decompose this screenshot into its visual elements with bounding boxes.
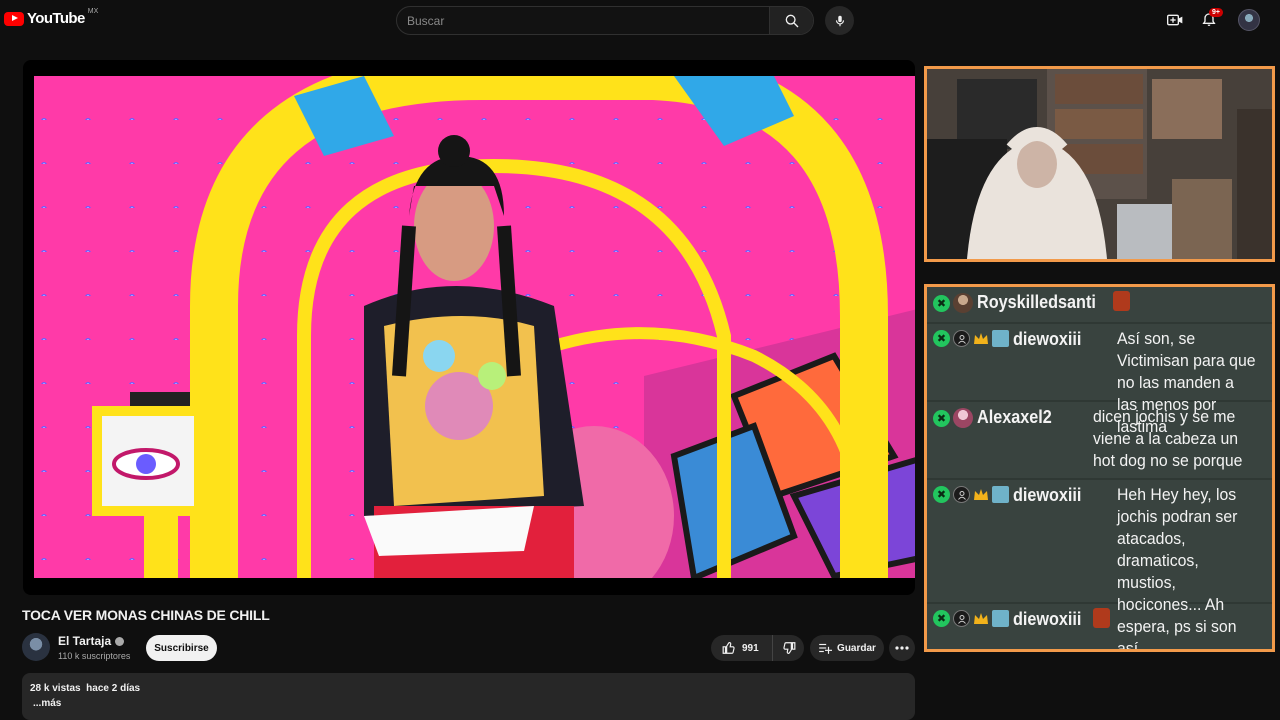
dislike-button[interactable] xyxy=(773,635,804,661)
chat-badges: ✖ xyxy=(933,328,1009,347)
search-button[interactable] xyxy=(769,7,813,34)
chat-message: ✖ Alexaxel2 dicen jochis y se me viene a… xyxy=(927,402,1272,480)
moderator-badge-icon: ✖ xyxy=(933,330,950,347)
like-count: 991 xyxy=(742,642,759,654)
top-bar: YouTube MX 9+ xyxy=(0,0,1280,40)
chat-badges: ✖ xyxy=(933,484,1009,503)
create-button[interactable] xyxy=(1165,10,1185,30)
user-avatar xyxy=(953,408,973,428)
like-button[interactable]: 991 xyxy=(711,635,773,661)
view-count: 28 k vistas xyxy=(30,683,81,694)
crown-icon xyxy=(973,332,989,346)
channel-link[interactable]: El Tartaja xyxy=(58,634,125,648)
emote-icon xyxy=(1113,291,1131,311)
upload-date: hace 2 días xyxy=(86,683,141,694)
moderator-badge-icon: ✖ xyxy=(933,610,950,627)
chat-username: Royskilledsanti xyxy=(977,292,1096,312)
stream-chat-overlay: ✖ Royskilledsanti ✖ diewoxiii Así son, s… xyxy=(924,284,1275,652)
search-input[interactable] xyxy=(397,7,769,34)
search-icon xyxy=(785,14,798,27)
chat-username: diewoxiii xyxy=(1013,609,1082,629)
facecam-scene xyxy=(927,69,1272,259)
save-label: Guardar xyxy=(837,642,876,654)
create-video-icon xyxy=(1167,14,1183,26)
chat-username: diewoxiii xyxy=(1013,329,1082,349)
emote-icon xyxy=(1093,608,1111,628)
streamer-facecam xyxy=(924,66,1275,262)
notifications-badge: 9+ xyxy=(1209,8,1223,17)
subscriber-badge-icon xyxy=(992,486,1009,503)
chat-username: Alexaxel2 xyxy=(977,407,1052,427)
moderator-badge-icon: ✖ xyxy=(933,294,950,312)
chat-badges: ✖ xyxy=(933,291,973,313)
account-avatar[interactable] xyxy=(1238,9,1260,31)
crown-icon xyxy=(973,612,989,626)
subscriber-count: 110 k suscriptores xyxy=(58,651,131,661)
chat-message: ✖ diewoxiii Así son, se Victimisan para … xyxy=(927,324,1272,436)
subscriber-badge-icon xyxy=(992,330,1009,347)
save-button[interactable]: Guardar xyxy=(810,635,884,661)
chat-badges: ✖ xyxy=(933,608,1009,627)
verified-icon xyxy=(115,636,125,646)
chat-badges: ✖ xyxy=(933,406,973,428)
chat-message: ✖ Royskilledsanti xyxy=(927,287,1272,324)
subscribe-button[interactable]: Suscribirse xyxy=(146,635,217,661)
user-placeholder-icon xyxy=(953,610,970,627)
subscriber-badge-icon xyxy=(992,610,1009,627)
video-scene xyxy=(34,76,915,578)
search-bar xyxy=(396,6,814,35)
notifications-button[interactable]: 9+ xyxy=(1199,8,1223,30)
description-meta: 28 k vistas hace 2 días xyxy=(30,683,907,694)
microphone-icon xyxy=(835,15,844,26)
description-box[interactable]: 28 k vistas hace 2 días ...más xyxy=(22,673,915,720)
chat-username: diewoxiii xyxy=(1013,485,1082,505)
channel-name: El Tartaja xyxy=(58,634,112,648)
channel-avatar[interactable] xyxy=(22,633,50,661)
user-placeholder-icon xyxy=(953,486,970,503)
video-player[interactable] xyxy=(23,60,915,595)
thumbs-up-icon xyxy=(722,642,735,654)
youtube-play-icon xyxy=(4,11,24,26)
video-frame[interactable] xyxy=(34,76,915,578)
user-avatar xyxy=(953,293,973,313)
thumbs-down-icon xyxy=(782,642,795,654)
chat-text: dicen jochis y se me viene a la cabeza u… xyxy=(1093,407,1243,470)
like-dislike-group: 991 xyxy=(711,635,804,661)
voice-search-button[interactable] xyxy=(825,6,854,35)
logo-text: YouTube xyxy=(27,10,85,27)
moderator-badge-icon: ✖ xyxy=(933,486,950,503)
user-placeholder-icon xyxy=(953,330,970,347)
region-code: MX xyxy=(87,8,99,15)
video-title: TOCA VER MONAS CHINAS DE CHILL xyxy=(22,607,270,623)
more-actions-button[interactable] xyxy=(889,635,915,661)
more-horizontal-icon xyxy=(895,646,909,650)
chat-text: Heh Hey hey, los jochis podran ser ataca… xyxy=(1116,485,1238,652)
chat-message: ✖ diewoxiii Heh Hey hey, los jochis podr… xyxy=(927,480,1272,649)
playlist-add-icon xyxy=(819,643,833,654)
show-more-link[interactable]: ...más xyxy=(33,698,907,709)
crown-icon xyxy=(973,488,989,502)
youtube-logo[interactable]: YouTube MX xyxy=(4,8,99,27)
moderator-badge-icon: ✖ xyxy=(933,409,950,427)
